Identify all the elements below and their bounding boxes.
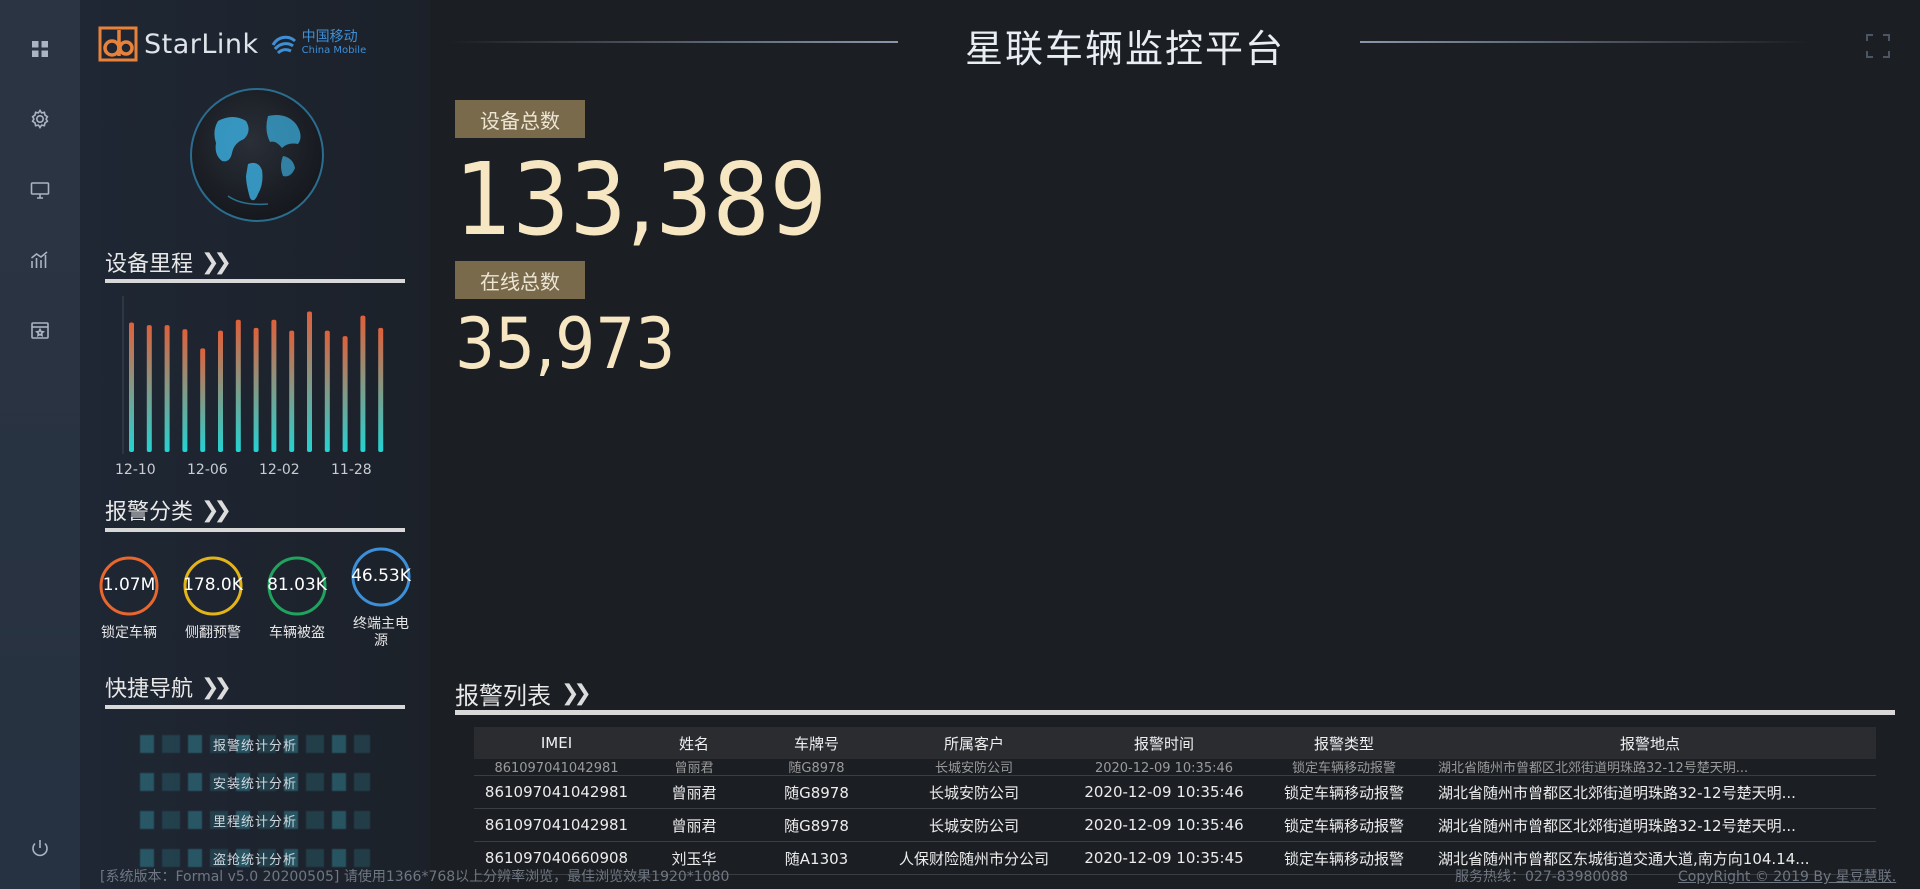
quick-nav-mileage-stats[interactable]: 里程统计分析 [140, 801, 370, 839]
mileage-bar-chart: 12-10 12-06 12-02 11-28 [115, 296, 384, 478]
alarm-label: 锁定车辆 [101, 625, 157, 641]
x-tick-label: 12-10 [115, 462, 156, 478]
online-devices-label: 在线总数 [455, 261, 585, 299]
column-header-location[interactable]: 报警地点 [1424, 727, 1876, 759]
cell-imei: 861097041042981 [474, 775, 639, 809]
alarm-label: 侧翻预警 [185, 625, 241, 641]
cell-plate: 随A1303 [749, 841, 884, 875]
alarm-category-power[interactable]: 46.53K 终端主电源 [346, 546, 416, 650]
mileage-bar [378, 327, 384, 452]
mileage-bar [360, 315, 366, 452]
table-row[interactable]: 861097041042981 曾丽君 随G8978 长城安防公司 2020-1… [474, 759, 1876, 776]
column-header-plate[interactable]: 车牌号 [749, 727, 884, 759]
column-header-type[interactable]: 报警类型 [1264, 727, 1424, 759]
alarm-value: 1.07M [102, 575, 156, 595]
alarm-category-rollover[interactable]: 178.0K 侧翻预警 [178, 555, 248, 642]
cell-name: 曾丽君 [639, 808, 749, 842]
mileage-bar [218, 330, 223, 452]
alarm-value: 81.03K [267, 575, 327, 595]
x-tick-label: 11-28 [331, 462, 372, 478]
cell-time: 2020-12-09 10:35:46 [1064, 775, 1264, 809]
online-devices-value: 35,973 [455, 303, 676, 385]
cell-name: 曾丽君 [639, 775, 749, 809]
footer-hotline: 服务热线：027-83980088 [1455, 869, 1629, 885]
cell-type: 锁定车辆移动报警 [1264, 841, 1424, 875]
alarm-label: 终端主电源 [353, 616, 409, 649]
column-header-name[interactable]: 姓名 [639, 727, 749, 759]
cell-type: 锁定车辆移动报警 [1264, 808, 1424, 842]
section-title-quick-nav: 快捷导航 ❯❯ [105, 671, 232, 703]
section-divider [105, 705, 405, 709]
power-icon[interactable] [28, 836, 52, 860]
cell-location: 湖北省随州市曾都区北郊街道明珠路32-12号楚天明... [1424, 808, 1876, 842]
page-title: 星联车辆监控平台 [964, 27, 1285, 71]
total-devices-label: 设备总数 [455, 100, 585, 138]
cell-customer: 人保财险随州市分公司 [884, 841, 1064, 875]
mileage-bar [200, 348, 206, 452]
mileage-bar [129, 322, 134, 452]
cell-plate: 随G8978 [749, 775, 884, 809]
table-row[interactable]: 861097041042981 曾丽君 随G8978 长城安防公司 2020-1… [474, 808, 1876, 842]
mileage-bar [324, 330, 330, 452]
calendar-star-icon[interactable] [28, 318, 52, 342]
alarm-label: 车辆被盗 [269, 625, 325, 641]
alarm-table: IMEI 姓名 车牌号 所属客户 报警时间 报警类型 报警地点 86109704… [474, 727, 1876, 875]
column-header-time[interactable]: 报警时间 [1064, 727, 1264, 759]
footer-copyright-link[interactable]: CopyRight © 2019 By 星豆慧联. [1678, 866, 1896, 886]
stats-icon[interactable] [28, 248, 52, 272]
cell-time: 2020-12-09 10:35:46 [1064, 808, 1264, 842]
double-chevron-icon: ❯❯ [201, 249, 232, 275]
cell-imei: 861097041042981 [474, 808, 639, 842]
alarm-category-lock[interactable]: 1.07M 锁定车辆 [94, 555, 164, 642]
section-mileage-label: 设备里程 [105, 252, 194, 277]
mileage-bar [253, 327, 259, 452]
mileage-bar [271, 319, 277, 452]
cell-time: 2020-12-09 10:35:45 [1064, 841, 1264, 875]
mileage-bar [289, 330, 295, 452]
cell-type: 锁定车辆移动报警 [1264, 775, 1424, 809]
section-title-alarm-category: 报警分类 ❯❯ [105, 494, 232, 526]
section-title-mileage: 设备里程 ❯❯ [105, 246, 232, 278]
alarm-value: 46.53K [351, 566, 411, 586]
mileage-bar [164, 325, 170, 452]
cell-customer: 长城安防公司 [884, 808, 1064, 842]
cell-customer: 长城安防公司 [884, 775, 1064, 809]
section-divider [105, 528, 405, 532]
double-chevron-icon: ❯❯ [561, 681, 592, 706]
table-row[interactable]: 861097041042981 曾丽君 随G8978 长城安防公司 2020-1… [474, 775, 1876, 809]
cell-plate: 随G8978 [749, 808, 884, 842]
section-alarm-list-label: 报警列表 [455, 682, 551, 710]
monitor-icon[interactable] [28, 178, 52, 202]
section-quick-nav-label: 快捷导航 [105, 677, 194, 702]
globe-icon [190, 88, 324, 222]
icon-rail [0, 0, 80, 889]
cell-location: 湖北省随州市曾都区北郊街道明珠路32-12号楚天明... [1424, 775, 1876, 809]
column-header-customer[interactable]: 所属客户 [884, 727, 1064, 759]
mileage-bar [182, 329, 188, 452]
double-chevron-icon: ❯❯ [201, 674, 232, 700]
quick-nav: 报警统计分析 安装统计分析 里程统计分析 盗抢统计分析 [140, 725, 370, 877]
quick-nav-alarm-stats[interactable]: 报警统计分析 [140, 725, 370, 763]
mileage-bar [342, 336, 348, 452]
total-devices-value: 133,389 [455, 141, 827, 258]
mileage-bar [235, 319, 241, 452]
section-divider [455, 710, 1895, 715]
mileage-bar [307, 311, 312, 452]
quick-nav-install-stats[interactable]: 安装统计分析 [140, 763, 370, 801]
section-divider [105, 279, 405, 283]
column-header-imei[interactable]: IMEI [474, 727, 639, 759]
fullscreen-icon[interactable] [1865, 33, 1891, 59]
settings-icon[interactable] [28, 107, 52, 131]
section-alarm-category-label: 报警分类 [105, 500, 194, 525]
alarm-value: 178.0K [183, 575, 243, 595]
section-title-alarm-list: 报警列表 ❯❯ [455, 676, 592, 711]
double-chevron-icon: ❯❯ [201, 497, 232, 523]
footer-version: [系统版本：Formal v5.0 20200505] 请使用1366*768以… [100, 869, 730, 885]
mileage-bar [146, 325, 152, 452]
x-tick-label: 12-06 [187, 462, 228, 478]
alarm-category-theft[interactable]: 81.03K 车辆被盗 [262, 555, 332, 642]
x-tick-label: 12-02 [259, 462, 300, 478]
table-header-row: IMEI 姓名 车牌号 所属客户 报警时间 报警类型 报警地点 [474, 727, 1876, 759]
